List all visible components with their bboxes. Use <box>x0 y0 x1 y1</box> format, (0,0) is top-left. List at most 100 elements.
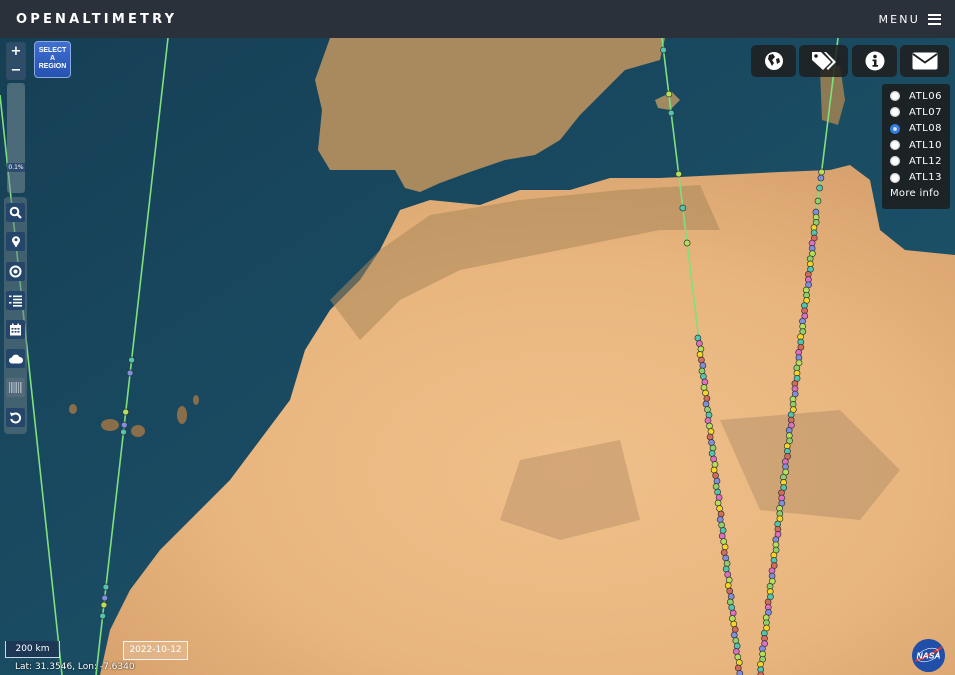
track-data-point[interactable] <box>717 510 725 518</box>
zoom-out-button[interactable]: − <box>7 62 25 79</box>
track-data-point[interactable] <box>710 455 717 463</box>
track-data-point[interactable] <box>733 642 741 650</box>
info-button[interactable] <box>852 45 897 77</box>
product-option-atl12[interactable]: ATL12 <box>890 153 950 169</box>
track-data-point[interactable] <box>122 408 130 416</box>
track-data-point[interactable] <box>700 373 707 380</box>
track-data-point[interactable] <box>702 400 710 408</box>
product-option-atl10[interactable]: ATL10 <box>890 137 950 153</box>
satellite-map[interactable] <box>0 38 955 675</box>
track-data-point[interactable] <box>732 637 740 644</box>
track-data-point[interactable] <box>727 593 735 600</box>
track-data-point[interactable] <box>714 488 721 496</box>
track-data-point[interactable] <box>719 527 727 534</box>
track-data-point[interactable] <box>702 389 709 397</box>
track-data-point[interactable] <box>707 428 715 435</box>
track-data-point[interactable] <box>710 466 718 474</box>
track-data-point[interactable] <box>706 433 714 441</box>
product-option-atl08[interactable]: ATL08 <box>890 121 950 137</box>
track-data-point[interactable] <box>700 384 708 391</box>
track-data-point[interactable] <box>683 239 691 247</box>
track-data-point[interactable] <box>101 594 109 602</box>
track-data-point[interactable] <box>100 601 108 609</box>
track-data-point[interactable] <box>703 395 711 402</box>
cloud-button[interactable] <box>6 349 25 368</box>
track-data-point[interactable] <box>696 351 704 358</box>
track-data-point[interactable] <box>120 421 128 429</box>
track-data-point[interactable] <box>712 472 719 479</box>
contact-button[interactable] <box>900 45 949 77</box>
date-selector[interactable]: 2022-10-12 <box>123 641 188 660</box>
track-data-point[interactable] <box>723 560 731 567</box>
track-data-point[interactable] <box>818 168 825 176</box>
track-data-point[interactable] <box>701 378 709 386</box>
tags-button[interactable] <box>799 45 848 77</box>
track-data-point[interactable] <box>724 571 732 578</box>
track-data-point[interactable] <box>729 609 737 617</box>
track-data-point[interactable] <box>724 582 732 589</box>
barcode-button[interactable] <box>6 378 25 397</box>
track-data-point[interactable] <box>730 620 738 628</box>
product-radio[interactable] <box>890 156 900 167</box>
track-data-point[interactable] <box>667 109 675 117</box>
track-data-point[interactable] <box>705 411 713 419</box>
track-data-point[interactable] <box>715 494 723 501</box>
map-canvas[interactable] <box>0 38 955 675</box>
search-button[interactable] <box>6 203 25 222</box>
product-radio[interactable] <box>890 140 900 151</box>
target-button[interactable] <box>6 262 25 281</box>
product-radio[interactable] <box>890 123 900 134</box>
app-title[interactable]: OPENALTIMETRY <box>16 12 177 27</box>
track-data-point[interactable] <box>721 543 729 551</box>
track-data-point[interactable] <box>698 367 706 375</box>
track-data-point[interactable] <box>736 670 744 675</box>
track-data-point[interactable] <box>716 516 724 523</box>
track-data-point[interactable] <box>725 576 733 584</box>
track-data-point[interactable] <box>128 356 135 364</box>
track-data-point[interactable] <box>718 521 725 529</box>
select-region-button[interactable]: SELECT A REGION <box>34 41 71 78</box>
track-data-point[interactable] <box>731 626 739 633</box>
track-data-point[interactable] <box>714 499 722 507</box>
track-data-point[interactable] <box>660 46 667 54</box>
track-data-point[interactable] <box>817 174 825 182</box>
track-data-point[interactable] <box>720 538 728 545</box>
track-data-point[interactable] <box>735 659 743 666</box>
track-data-point[interactable] <box>734 664 742 672</box>
track-data-point[interactable] <box>713 477 721 485</box>
track-data-point[interactable] <box>697 345 705 353</box>
track-data-point[interactable] <box>814 197 822 205</box>
track-data-point[interactable] <box>696 340 703 347</box>
track-data-point[interactable] <box>726 587 734 595</box>
track-data-point[interactable] <box>694 334 702 342</box>
track-data-point[interactable] <box>102 583 110 591</box>
track-data-point[interactable] <box>126 369 134 377</box>
product-option-atl07[interactable]: ATL07 <box>890 104 950 120</box>
product-radio[interactable] <box>890 172 900 183</box>
menu-button[interactable]: MENU <box>878 13 941 26</box>
list-button[interactable] <box>6 291 25 310</box>
reset-button[interactable] <box>6 408 25 427</box>
track-data-point[interactable] <box>720 549 728 556</box>
track-data-point[interactable] <box>722 565 730 573</box>
track-data-point[interactable] <box>726 598 734 606</box>
location-button[interactable] <box>6 232 25 251</box>
track-data-point[interactable] <box>730 631 738 639</box>
basemap-button[interactable] <box>751 45 796 77</box>
track-data-point[interactable] <box>734 653 742 661</box>
track-data-point[interactable] <box>99 612 107 620</box>
track-data-point[interactable] <box>699 362 707 369</box>
track-data-point[interactable] <box>718 532 726 540</box>
track-data-point[interactable] <box>698 356 705 364</box>
track-data-point[interactable] <box>728 604 736 611</box>
track-data-point[interactable] <box>709 444 717 452</box>
track-data-point[interactable] <box>704 406 711 413</box>
track-data-point[interactable] <box>728 615 736 622</box>
track-data-point[interactable] <box>712 483 720 490</box>
track-data-point[interactable] <box>665 90 673 98</box>
track-data-point[interactable] <box>732 648 740 655</box>
product-radio[interactable] <box>890 107 900 118</box>
track-data-point[interactable] <box>704 417 712 424</box>
track-data-point[interactable] <box>722 554 730 562</box>
track-data-point[interactable] <box>708 450 716 457</box>
